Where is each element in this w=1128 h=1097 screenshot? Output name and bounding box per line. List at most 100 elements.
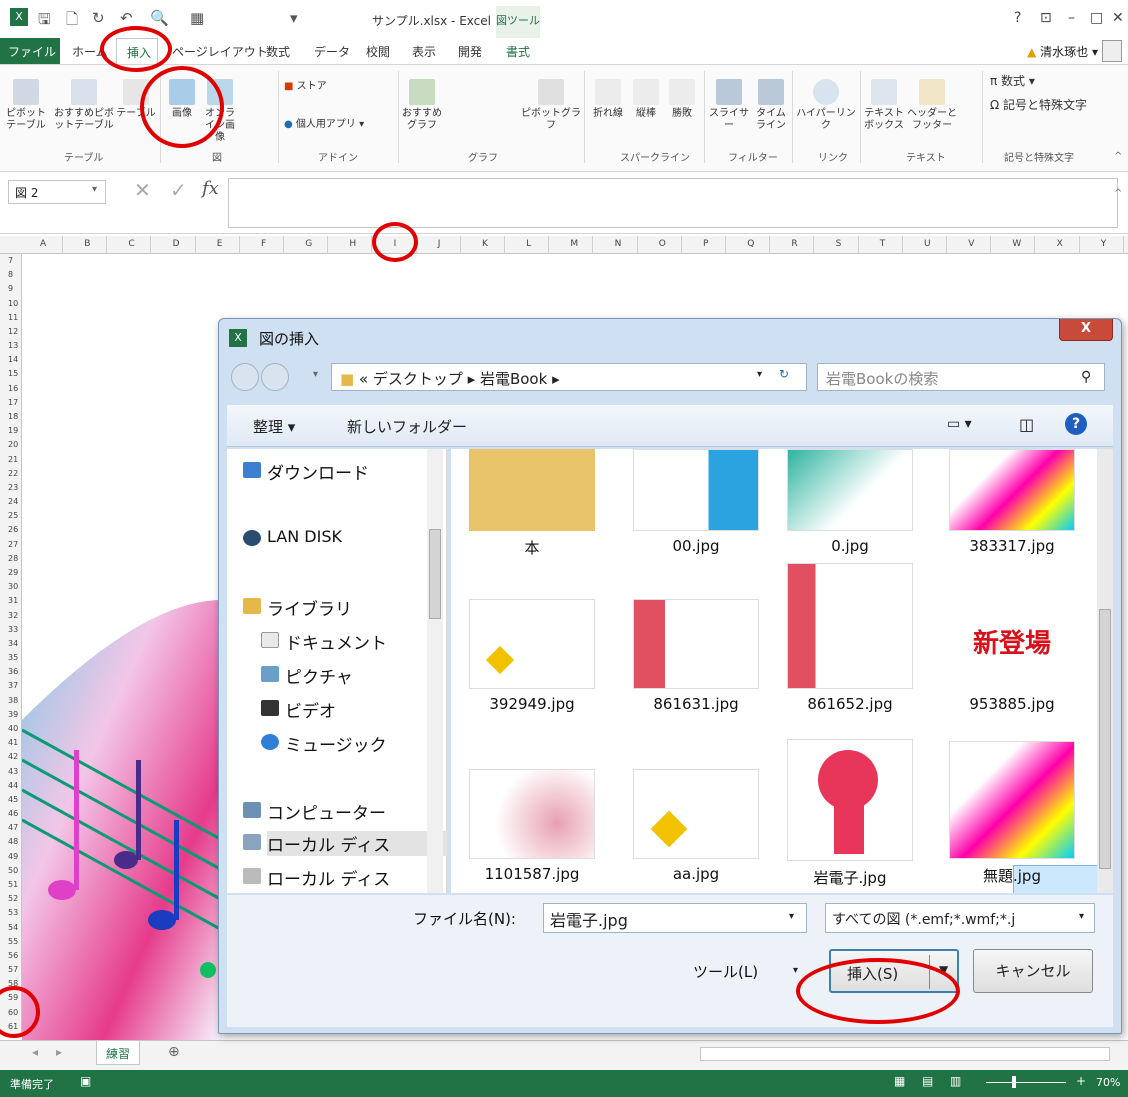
page-break-view-icon[interactable]: ▥ bbox=[950, 1074, 961, 1088]
column-header[interactable]: J bbox=[438, 239, 441, 249]
organize-button[interactable]: 整理 ▾ bbox=[253, 416, 295, 437]
close-button[interactable]: ✕ bbox=[1112, 10, 1124, 26]
file-item[interactable]: 861631.jpg bbox=[621, 599, 771, 713]
row-header[interactable]: 29 bbox=[8, 568, 18, 577]
formula-input[interactable] bbox=[228, 178, 1118, 228]
file-item-selected[interactable]: 岩電子.jpg bbox=[775, 739, 925, 888]
row-header[interactable]: 27 bbox=[8, 540, 18, 549]
nav-local-disk-c[interactable]: ローカル ディス bbox=[243, 831, 447, 856]
row-header[interactable]: 13 bbox=[8, 341, 18, 350]
column-header[interactable]: W bbox=[1012, 239, 1021, 249]
file-scroll-thumb[interactable] bbox=[1099, 609, 1111, 869]
row-header[interactable]: 56 bbox=[8, 951, 18, 960]
sparkline-line-button[interactable]: 折れ線 bbox=[588, 79, 628, 120]
redo-icon[interactable]: ↻ bbox=[92, 9, 105, 27]
row-header[interactable]: 37 bbox=[8, 681, 18, 690]
row-header[interactable]: 31 bbox=[8, 596, 18, 605]
row-header[interactable]: 25 bbox=[8, 511, 18, 520]
sheet-picture[interactable] bbox=[22, 560, 222, 1040]
refresh-icon[interactable]: ↻ bbox=[779, 367, 789, 381]
enter-icon[interactable]: ✓ bbox=[170, 178, 187, 202]
text-box-button[interactable]: テキストボックス bbox=[864, 79, 904, 132]
nav-computer[interactable]: コンピューター bbox=[243, 799, 386, 824]
column-header[interactable]: G bbox=[305, 239, 312, 249]
expand-formula-icon[interactable]: ^ bbox=[1114, 188, 1122, 199]
tools-button[interactable]: ツール(L) bbox=[693, 961, 758, 982]
row-header[interactable]: 14 bbox=[8, 355, 18, 364]
row-header[interactable]: 46 bbox=[8, 809, 18, 818]
filename-input[interactable]: 岩電子.jpg bbox=[543, 903, 807, 933]
tab-review[interactable]: 校閲 bbox=[366, 43, 390, 60]
collapse-ribbon-icon[interactable]: ^ bbox=[1114, 151, 1122, 162]
column-header[interactable]: Q bbox=[747, 239, 754, 249]
horizontal-scrollbar[interactable] bbox=[700, 1047, 1110, 1061]
recommended-charts-button[interactable]: おすすめグラフ bbox=[402, 79, 442, 132]
back-button[interactable] bbox=[231, 363, 259, 391]
tab-view[interactable]: 表示 bbox=[412, 43, 436, 60]
avatar[interactable] bbox=[1102, 40, 1122, 62]
column-header[interactable]: A bbox=[40, 239, 46, 249]
pivot-table-button[interactable]: ピボットテーブル bbox=[6, 79, 46, 132]
file-item[interactable]: 861652.jpg bbox=[775, 563, 925, 713]
column-header[interactable]: H bbox=[349, 239, 356, 249]
row-header[interactable]: 21 bbox=[8, 455, 18, 464]
nav-music[interactable]: ミュージック bbox=[261, 731, 387, 756]
insert-function-icon[interactable]: fx bbox=[202, 178, 219, 199]
nav-downloads[interactable]: ダウンロード bbox=[243, 459, 369, 484]
nav-videos[interactable]: ビデオ bbox=[261, 697, 336, 722]
symbol-button[interactable]: Ω 記号と特殊文字 bbox=[990, 99, 1100, 111]
namebox-dropdown-icon[interactable]: ▾ bbox=[92, 184, 97, 195]
column-header[interactable]: V bbox=[968, 239, 974, 249]
row-header[interactable]: 23 bbox=[8, 483, 18, 492]
user-name[interactable]: ▲ 清水琢也 ▾ bbox=[1027, 43, 1098, 60]
row-header[interactable]: 35 bbox=[8, 653, 18, 662]
prev-sheet-icon[interactable]: ◂ bbox=[32, 1045, 38, 1059]
search-icon[interactable]: ⚲ bbox=[1081, 369, 1091, 385]
page-layout-view-icon[interactable]: ▤ bbox=[922, 1074, 933, 1088]
table-icon[interactable]: ▦ bbox=[190, 9, 204, 27]
tab-formulas[interactable]: 数式 bbox=[266, 43, 290, 60]
new-folder-button[interactable]: 新しいフォルダー bbox=[347, 416, 467, 437]
file-list-scrollbar[interactable] bbox=[1097, 449, 1113, 893]
nav-scrollbar[interactable] bbox=[427, 449, 443, 893]
nav-libraries[interactable]: ライブラリ bbox=[243, 595, 352, 620]
nav-pictures[interactable]: ピクチャ bbox=[261, 663, 353, 688]
file-item[interactable]: 00.jpg bbox=[621, 449, 771, 555]
column-header[interactable]: S bbox=[836, 239, 842, 249]
column-header[interactable]: F bbox=[261, 239, 266, 249]
row-header[interactable]: 55 bbox=[8, 937, 18, 946]
column-header[interactable]: L bbox=[526, 239, 531, 249]
row-header[interactable]: 44 bbox=[8, 781, 18, 790]
tab-file[interactable]: ファイル bbox=[0, 38, 60, 65]
column-header[interactable]: R bbox=[791, 239, 797, 249]
row-header[interactable]: 17 bbox=[8, 398, 18, 407]
minimize-button[interactable]: – bbox=[1068, 10, 1075, 26]
row-header[interactable]: 45 bbox=[8, 795, 18, 804]
row-header[interactable]: 9 bbox=[8, 284, 13, 293]
row-header[interactable]: 10 bbox=[8, 299, 18, 308]
file-item[interactable]: 1101587.jpg bbox=[457, 769, 607, 883]
zoom-in-icon[interactable]: + bbox=[1076, 1074, 1086, 1088]
change-view-icon[interactable]: ▭ ▾ bbox=[947, 416, 972, 432]
row-header[interactable]: 12 bbox=[8, 327, 18, 336]
row-header[interactable]: 39 bbox=[8, 710, 18, 719]
column-header[interactable]: D bbox=[173, 239, 180, 249]
dialog-close-button[interactable]: X bbox=[1059, 319, 1113, 341]
row-header[interactable]: 47 bbox=[8, 823, 18, 832]
tab-developer[interactable]: 開発 bbox=[458, 43, 482, 60]
cancel-icon[interactable]: ✕ bbox=[134, 178, 151, 202]
file-item[interactable]: 本 bbox=[457, 449, 607, 558]
undo-icon[interactable]: ↶ bbox=[120, 9, 133, 27]
row-header[interactable]: 51 bbox=[8, 880, 18, 889]
row-header[interactable]: 26 bbox=[8, 525, 18, 534]
row-header[interactable]: 24 bbox=[8, 497, 18, 506]
row-header[interactable]: 18 bbox=[8, 412, 18, 421]
row-header[interactable]: 43 bbox=[8, 767, 18, 776]
column-header[interactable]: C bbox=[128, 239, 134, 249]
search-input[interactable]: 岩電Bookの検索 bbox=[817, 363, 1105, 391]
sheet-tab-practice[interactable]: 練習 bbox=[96, 1041, 140, 1065]
my-apps-button[interactable]: ● 個人用アプリ ▾ bbox=[284, 119, 384, 131]
file-item[interactable]: 新登場 953885.jpg bbox=[937, 599, 1087, 713]
zoom-slider[interactable] bbox=[986, 1082, 1066, 1083]
row-header[interactable]: 50 bbox=[8, 866, 18, 875]
